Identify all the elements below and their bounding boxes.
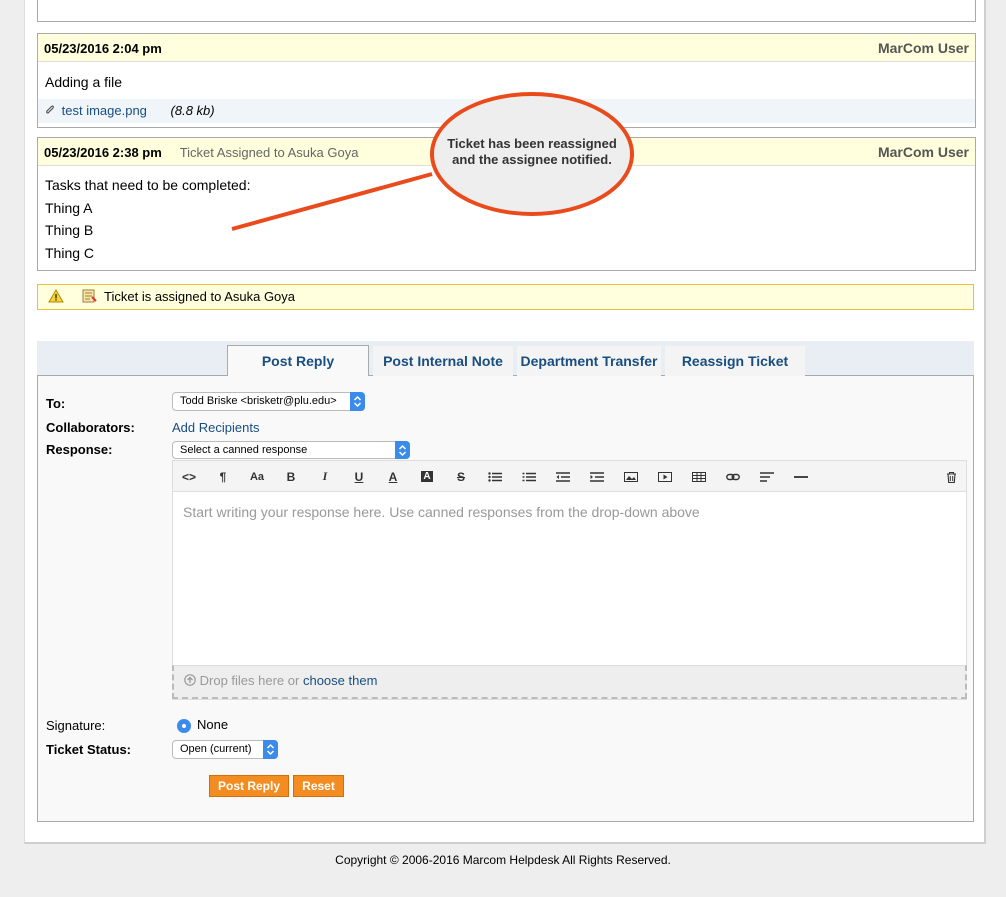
footer-copyright: Copyright © 2006-2016 Marcom Helpdesk Al… [335,853,671,867]
callout-bubble: Ticket has been reassigned and the assig… [430,92,634,216]
callout-line: Ticket has been reassigned [447,136,617,151]
callout-line: and the assignee notified. [452,152,612,167]
